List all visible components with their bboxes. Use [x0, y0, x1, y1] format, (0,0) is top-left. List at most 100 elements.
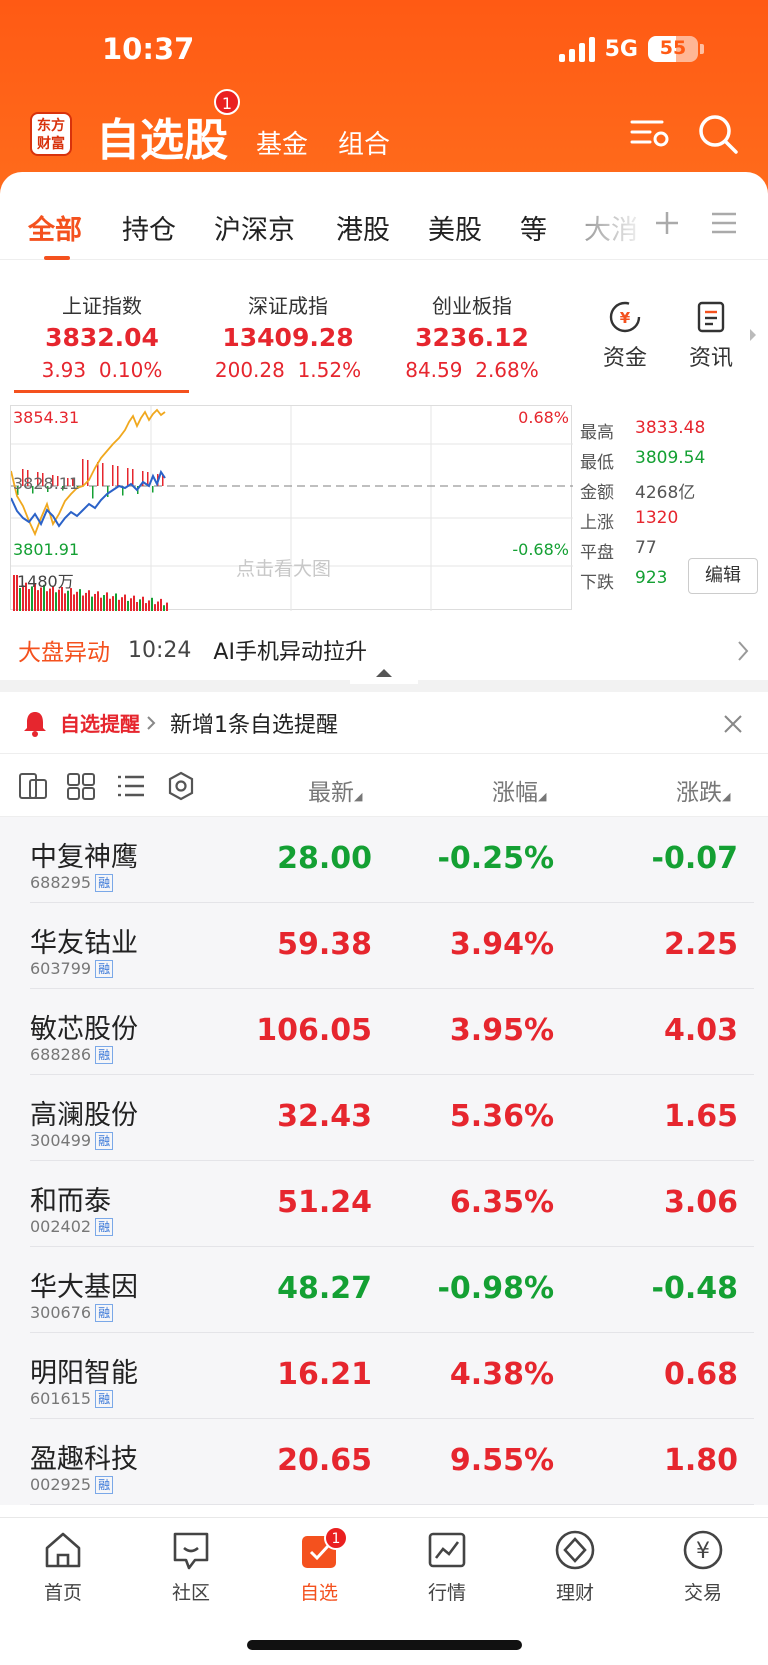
- tick-bar: [127, 468, 129, 486]
- volume-bar: [55, 592, 57, 611]
- stock-price: 48.27: [277, 1271, 372, 1306]
- table-row[interactable]: 高澜股份 300499 融 32.43 5.36% 1.65: [0, 1075, 768, 1161]
- volume-bar: [121, 597, 123, 611]
- table-row[interactable]: 和而泰 002402 融 51.24 6.35% 3.06: [0, 1161, 768, 1247]
- tab-hk-stocks[interactable]: 港股: [336, 208, 390, 247]
- volume-bar: [76, 591, 78, 611]
- nav-market[interactable]: 行情: [392, 1528, 502, 1605]
- watchlist-alert[interactable]: 自选提醒 新增1条自选提醒: [0, 692, 768, 754]
- news-tag: 大盘异动: [18, 640, 110, 666]
- nav-wealth[interactable]: 理财: [520, 1528, 630, 1605]
- search-icon[interactable]: [696, 112, 740, 156]
- status-time: 10:37: [102, 32, 195, 66]
- tab-holdings[interactable]: 持仓: [122, 208, 176, 247]
- stock-code: 688286 融: [30, 1045, 114, 1064]
- col-change[interactable]: 涨跌◢: [676, 773, 730, 807]
- plus-icon[interactable]: [654, 210, 680, 236]
- volume-bar: [64, 593, 66, 611]
- margin-badge: 融: [95, 1217, 114, 1236]
- margin-badge: 融: [95, 1475, 114, 1494]
- table-row[interactable]: 明阳智能 601615 融 16.21 4.38% 0.68: [0, 1333, 768, 1419]
- chart-high-label: 3854.31: [13, 408, 80, 427]
- layout-toggle-icon[interactable]: [18, 772, 48, 800]
- close-icon[interactable]: [723, 714, 743, 734]
- alert-text: 新增1条自选提醒: [170, 712, 338, 738]
- stock-name: 明阳智能: [30, 1358, 138, 1389]
- col-latest[interactable]: 最新◢: [308, 773, 362, 807]
- volume-bar: [46, 591, 48, 611]
- app-logo: 东方财富: [30, 112, 72, 156]
- index-chinext[interactable]: 创业板指 3236.12 84.59 2.68%: [382, 290, 562, 382]
- stock-price: 20.65: [277, 1443, 372, 1478]
- status-indicators: 5G 55: [558, 36, 704, 62]
- stat-down-count: 下跌 923: [580, 568, 668, 593]
- stock-price: 16.21: [277, 1357, 372, 1392]
- volume-bar: [145, 603, 147, 611]
- index-value: 13409.28: [222, 323, 354, 352]
- stat-up-count: 上涨 1320: [580, 508, 679, 533]
- margin-badge: 融: [95, 959, 114, 978]
- tab-all[interactable]: 全部: [28, 208, 82, 247]
- volume-bar: [151, 597, 153, 611]
- stock-name: 盈趣科技: [30, 1444, 138, 1475]
- index-change: 84.59: [405, 358, 463, 382]
- tab-us-stocks[interactable]: 美股: [428, 208, 482, 247]
- volume-bar: [166, 602, 168, 611]
- battery-icon: 55: [648, 36, 698, 62]
- volume-bar: [100, 597, 102, 611]
- table-row[interactable]: 华友钴业 603799 融 59.38 3.94% 2.25: [0, 903, 768, 989]
- tab-portfolio[interactable]: 组合: [338, 124, 390, 161]
- menu-icon[interactable]: [712, 212, 736, 234]
- collapse-toggle[interactable]: [350, 662, 418, 684]
- tab-fund[interactable]: 基金: [256, 124, 308, 161]
- tab-etc[interactable]: 等: [520, 208, 547, 247]
- nav-home[interactable]: 首页: [8, 1528, 118, 1605]
- index-shenzhen[interactable]: 深证成指 13409.28 200.28 1.52%: [198, 290, 378, 382]
- category-tabs: 全部 持仓 沪深京 港股 美股 等 大消: [0, 172, 768, 260]
- stock-name: 和而泰: [30, 1186, 111, 1217]
- news-time: 10:24: [128, 637, 192, 663]
- yen-circle-icon: ¥: [683, 1530, 723, 1570]
- volume-bar: [109, 598, 111, 611]
- index-change: 3.93: [41, 358, 87, 382]
- stock-name: 高澜股份: [30, 1100, 138, 1131]
- stat-amount: 金额 4268亿: [580, 483, 696, 503]
- volume-bar: [73, 594, 75, 611]
- news-button[interactable]: 资讯: [681, 300, 741, 372]
- stock-change: 3.06: [663, 1185, 738, 1220]
- margin-badge: 融: [95, 1131, 114, 1150]
- col-change-pct[interactable]: 涨幅◢: [492, 773, 546, 807]
- settings-list-icon[interactable]: [628, 112, 672, 156]
- nav-trade[interactable]: ¥ 交易: [648, 1528, 758, 1605]
- news-icon: [697, 301, 725, 333]
- nav-watchlist[interactable]: 1 自选: [264, 1526, 374, 1605]
- volume-bar: [127, 600, 129, 611]
- tick-bar: [82, 459, 84, 486]
- table-row[interactable]: 中复神鹰 688295 融 28.00 -0.25% -0.07: [0, 817, 768, 903]
- nav-community[interactable]: 社区: [136, 1528, 246, 1605]
- settings-icon[interactable]: [166, 771, 196, 801]
- volume-bar: [133, 595, 135, 611]
- page-title[interactable]: 自选股: [96, 104, 228, 168]
- chart-watermark: 点击看大图: [236, 558, 332, 580]
- chart-icon: [428, 1532, 466, 1568]
- index-shanghai[interactable]: 上证指数 3832.04 3.93 0.10%: [12, 290, 192, 382]
- volume-bar: [67, 590, 69, 611]
- tick-bar: [152, 486, 154, 493]
- grid-view-icon[interactable]: [66, 772, 96, 800]
- table-row[interactable]: 华大基因 300676 融 48.27 -0.98% -0.48: [0, 1247, 768, 1333]
- battery-level: 55: [659, 37, 687, 59]
- margin-badge: 融: [95, 1303, 114, 1322]
- active-tab-indicator: [44, 256, 70, 260]
- edit-button[interactable]: 编辑: [688, 558, 758, 594]
- scroll-right-icon[interactable]: [748, 328, 758, 342]
- table-row[interactable]: 盈趣科技 002925 融 20.65 9.55% 1.80: [0, 1419, 768, 1505]
- intraday-chart[interactable]: 3854.31 3828.11 3801.91 0.68% -0.68% 148…: [10, 405, 573, 611]
- list-view-icon[interactable]: [116, 772, 146, 800]
- app-logo-text: 东方财富: [37, 118, 65, 152]
- chart-pct-low: -0.68%: [512, 540, 569, 559]
- capital-button[interactable]: ¥ 资金: [595, 300, 655, 372]
- tab-shanghai-shenzhen[interactable]: 沪深京: [214, 208, 295, 247]
- active-index-indicator: [14, 390, 189, 393]
- table-row[interactable]: 敏芯股份 688286 融 106.05 3.95% 4.03: [0, 989, 768, 1075]
